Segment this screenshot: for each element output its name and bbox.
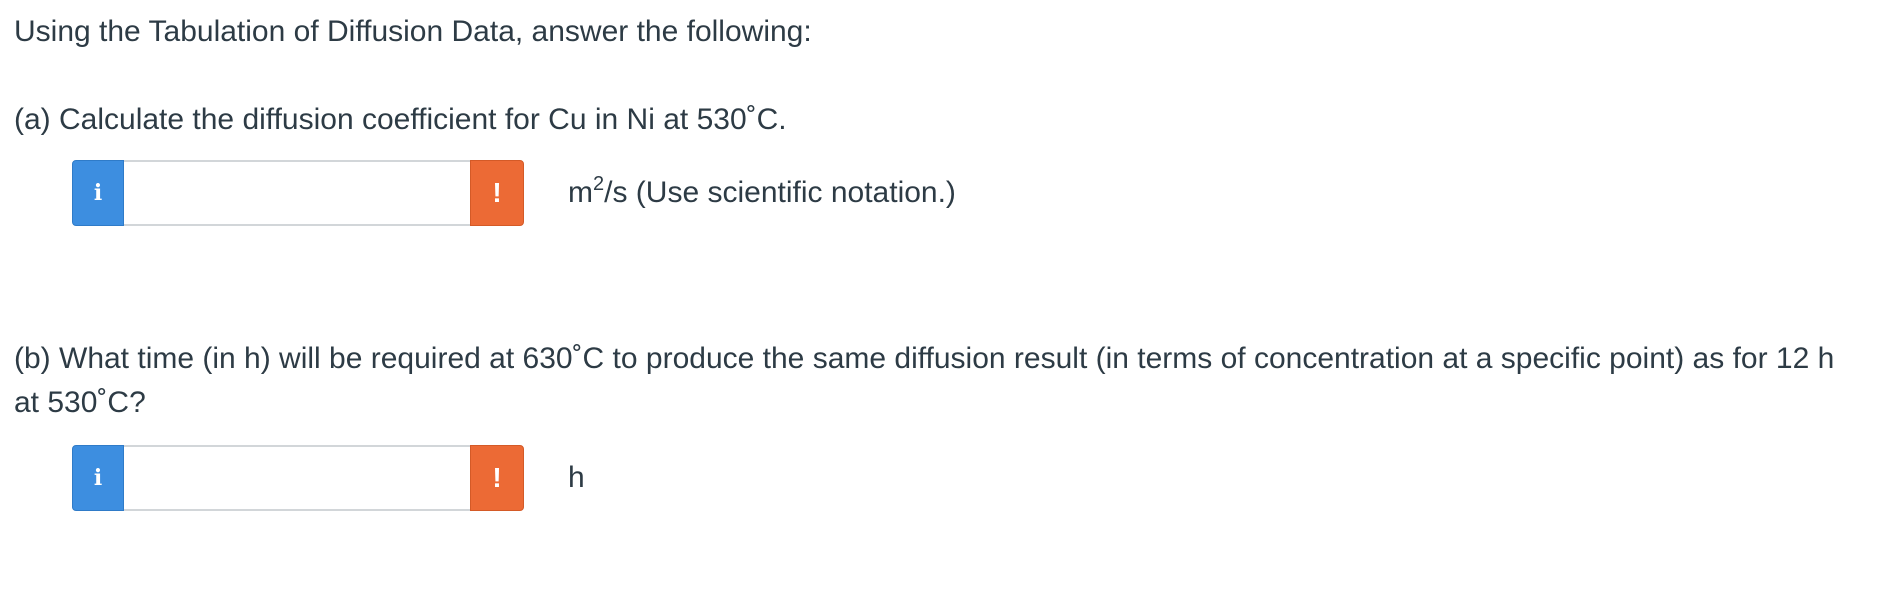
unit-exponent: 2	[593, 173, 605, 195]
info-icon[interactable]: i	[72, 160, 124, 226]
unit-label-a: m2/s (Use scientific notation.)	[568, 171, 956, 215]
answer-row-b: i ! h	[72, 445, 585, 511]
unit-rest: /s (Use scientific notation.)	[604, 176, 956, 209]
answer-input-b[interactable]	[124, 445, 470, 511]
info-glyph: i	[93, 180, 103, 206]
warning-icon[interactable]: !	[470, 160, 524, 226]
answer-row-a: i ! m2/s (Use scientific notation.)	[72, 160, 956, 226]
question-b-text: (b) What time (in h) will be required at…	[14, 342, 1835, 419]
info-glyph: i	[93, 465, 103, 491]
instructions-text: Using the Tabulation of Diffusion Data, …	[14, 15, 812, 48]
info-icon[interactable]: i	[72, 445, 124, 511]
answer-input-a[interactable]	[124, 160, 470, 226]
warning-glyph: !	[492, 177, 502, 208]
warning-glyph: !	[492, 462, 502, 493]
unit-label-b: h	[568, 461, 585, 494]
unit-base: m	[568, 176, 593, 209]
warning-icon[interactable]: !	[470, 445, 524, 511]
question-a-text: (a) Calculate the diffusion coefficient …	[14, 103, 787, 136]
